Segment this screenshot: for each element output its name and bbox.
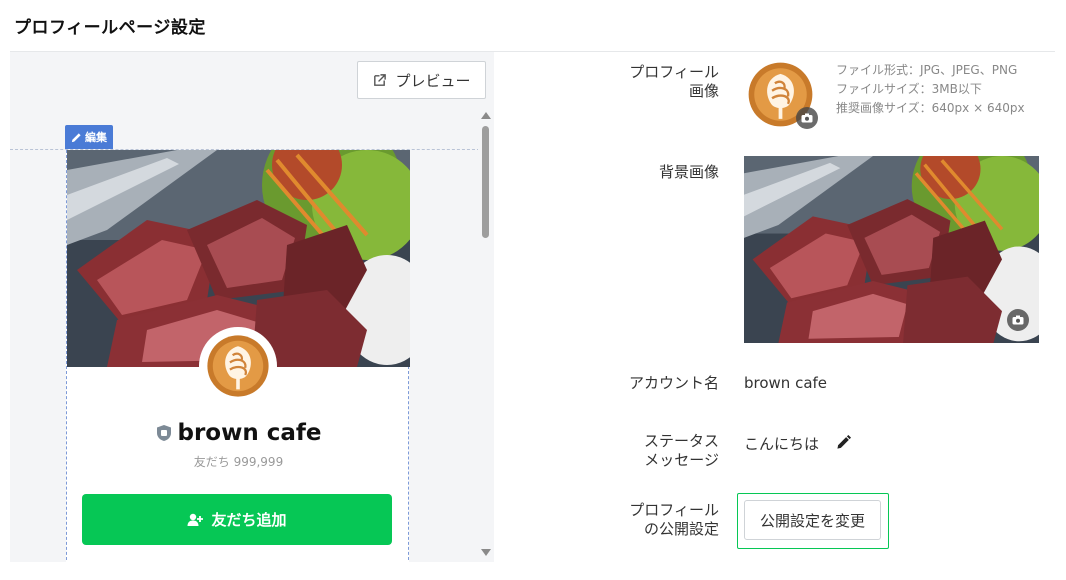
card-account-name: brown cafe: [67, 420, 410, 446]
pencil-icon: [71, 132, 81, 142]
card-account-name-text: brown cafe: [177, 420, 322, 446]
friends-count: 友だち 999,999: [193, 455, 284, 469]
profile-image-label-line2: 画像: [688, 82, 719, 100]
scroll-up-arrow-icon[interactable]: [481, 112, 491, 119]
account-name-label: アカウント名: [628, 374, 719, 392]
profile-image-label: プロフィール 画像: [599, 63, 719, 101]
profile-preview-pane: プレビュー 編集 brown cafe 友だち 999,999 友だち追加: [10, 52, 494, 562]
edit-badge-label: 編集: [85, 131, 107, 144]
change-visibility-button[interactable]: 公開設定を変更: [744, 500, 881, 540]
status-message-label: ステータス メッセージ: [599, 432, 719, 470]
pencil-icon[interactable]: [836, 435, 851, 450]
profile-image-label-line1: プロフィール: [629, 63, 719, 81]
add-friend-icon: [187, 513, 204, 526]
account-name-value: brown cafe: [744, 374, 828, 392]
status-message-value: こんにちは: [744, 435, 820, 453]
edit-badge[interactable]: 編集: [65, 125, 113, 149]
scrollbar-thumb[interactable]: [482, 126, 489, 238]
status-message-label-line1: ステータス: [643, 432, 719, 450]
recommended-size-info: 推奨画像サイズ：640px × 640px: [836, 101, 1025, 115]
file-size-info: ファイルサイズ：3MB以下: [836, 82, 982, 96]
background-image-label: 背景画像: [658, 163, 719, 181]
scroll-down-arrow-icon[interactable]: [481, 549, 491, 556]
preview-button[interactable]: プレビュー: [357, 61, 486, 99]
add-friend-label: 友だち追加: [211, 511, 287, 529]
visibility-label-line1: プロフィール: [629, 501, 719, 519]
shield-icon: [156, 425, 171, 441]
visibility-label: プロフィール の公開設定: [599, 501, 719, 539]
file-format-info: ファイル形式：JPG、JPEG、PNG: [836, 63, 1018, 77]
camera-icon[interactable]: [796, 107, 818, 129]
preview-button-label: プレビュー: [395, 71, 471, 90]
page-title: プロフィールページ設定: [14, 18, 206, 38]
add-friend-button[interactable]: 友だち追加: [82, 494, 392, 545]
visibility-label-line2: の公開設定: [643, 520, 719, 538]
camera-icon[interactable]: [1007, 309, 1029, 331]
background-image-thumbnail[interactable]: [744, 156, 1039, 343]
card-avatar: [199, 327, 277, 405]
external-link-icon: [374, 73, 387, 86]
profile-image-requirements: ファイル形式：JPG、JPEG、PNG ファイルサイズ：3MB以下 推奨画像サイ…: [836, 61, 1025, 118]
status-message-label-line2: メッセージ: [644, 451, 719, 469]
